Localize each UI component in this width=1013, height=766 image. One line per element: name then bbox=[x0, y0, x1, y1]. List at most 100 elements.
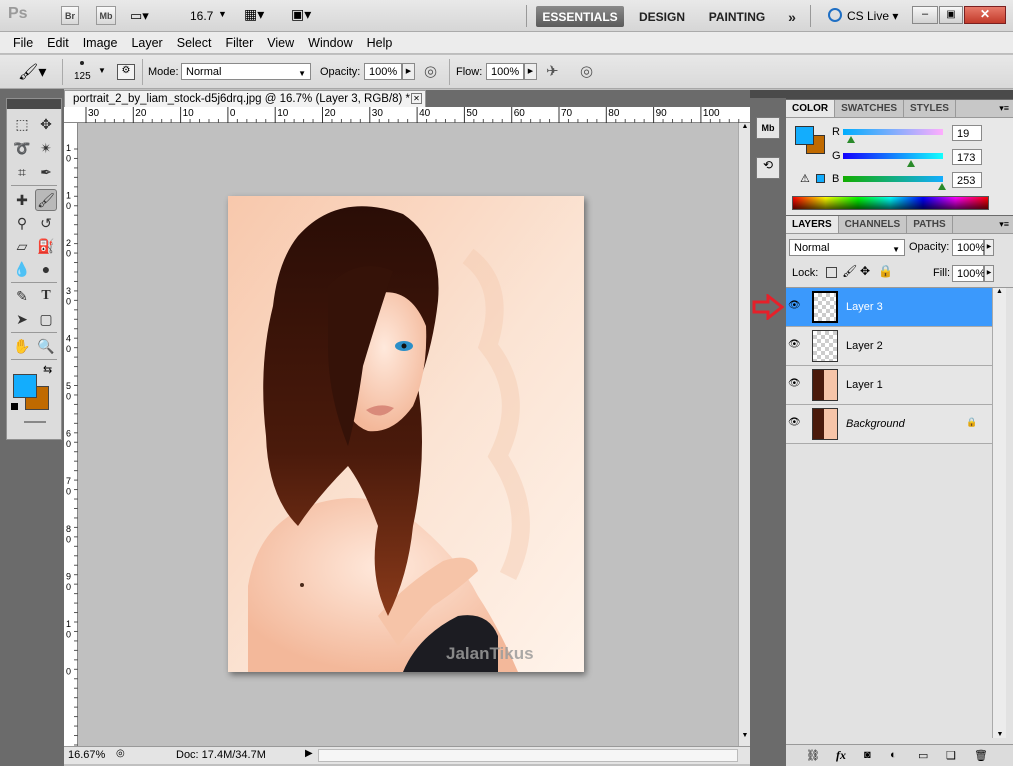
more-workspaces-button[interactable]: » bbox=[782, 6, 802, 27]
tablet-size-icon[interactable]: ◎ bbox=[580, 62, 600, 82]
healing-brush-tool-icon[interactable]: ✚ bbox=[11, 189, 33, 211]
paint-bucket-tool-icon[interactable]: ⛽ bbox=[35, 235, 57, 257]
arrange-documents-button[interactable]: ▦▾ bbox=[244, 6, 274, 26]
minimize-button[interactable]: – bbox=[912, 6, 938, 24]
folder-icon[interactable]: ▭ bbox=[918, 749, 928, 762]
marquee-tool-icon[interactable]: ⬚ bbox=[11, 113, 33, 135]
tab-color[interactable]: COLOR bbox=[786, 100, 836, 117]
move-tool-icon[interactable]: ✥ bbox=[35, 113, 57, 135]
layers-scrollbar[interactable]: ▲ ▼ bbox=[992, 288, 1006, 738]
vertical-scrollbar[interactable]: ▲ ▼ bbox=[738, 123, 750, 746]
path-selection-tool-icon[interactable]: ➤ bbox=[11, 308, 33, 330]
tab-layers[interactable]: LAYERS bbox=[786, 216, 839, 233]
panel-menu-icon[interactable]: ▾≡ bbox=[995, 100, 1013, 117]
tab-paths[interactable]: PATHS bbox=[907, 216, 953, 233]
color-fg-swatch[interactable] bbox=[795, 126, 814, 145]
cslive-button[interactable]: CS Live ▾ bbox=[847, 9, 898, 23]
zoom-dropdown-icon[interactable]: ▼ bbox=[218, 9, 227, 19]
gamut-warning-icon[interactable]: ⚠ bbox=[800, 172, 810, 185]
menu-view[interactable]: View bbox=[260, 36, 301, 50]
r-slider-handle[interactable] bbox=[846, 136, 855, 143]
zoom-level[interactable]: 16.7 bbox=[190, 9, 213, 23]
status-menu-icon[interactable]: ▶ bbox=[305, 748, 313, 759]
lock-transparency-icon[interactable] bbox=[826, 267, 837, 278]
trash-icon[interactable]: 🗑 bbox=[974, 749, 988, 762]
mode-select[interactable]: Normal ▼ bbox=[181, 63, 311, 80]
color-spectrum-bar[interactable] bbox=[792, 196, 989, 210]
dodge-tool-icon[interactable]: ● bbox=[35, 258, 57, 280]
zoom-icon[interactable]: 🔍 bbox=[35, 335, 57, 357]
hand-icon[interactable]: ✋ bbox=[11, 335, 33, 357]
g-input[interactable]: 173 bbox=[952, 149, 982, 165]
g-slider-track[interactable] bbox=[843, 153, 943, 159]
lasso-tool-icon[interactable]: ➰ bbox=[11, 137, 33, 159]
layer-row-layer-2[interactable]: 👁 Layer 2 bbox=[786, 327, 992, 366]
flow-slider-button[interactable]: ▶ bbox=[524, 63, 537, 80]
mini-bridge-panel-icon[interactable]: Mb bbox=[756, 117, 780, 139]
r-input[interactable]: 19 bbox=[952, 125, 982, 141]
menu-file[interactable]: File bbox=[6, 36, 40, 50]
status-info-icon[interactable]: ◎ bbox=[116, 748, 128, 762]
workspace-design[interactable]: DESIGN bbox=[632, 6, 692, 27]
fx-icon[interactable]: fx bbox=[836, 748, 846, 763]
tab-swatches[interactable]: SWATCHES bbox=[835, 100, 905, 117]
lock-icon[interactable]: 🔒 bbox=[878, 264, 893, 278]
adjustment-icon[interactable]: ◐ bbox=[890, 749, 897, 761]
panel-menu-icon[interactable]: ▾≡ bbox=[995, 216, 1013, 233]
r-slider-track[interactable] bbox=[843, 129, 943, 135]
swap-colors-icon[interactable]: ⇆ bbox=[43, 363, 52, 376]
foreground-color-swatch[interactable] bbox=[13, 374, 37, 398]
b-slider-track[interactable] bbox=[843, 176, 943, 182]
scroll-up-icon[interactable]: ▲ bbox=[740, 123, 750, 135]
lock-position-icon[interactable]: ✥ bbox=[860, 264, 870, 278]
menu-image[interactable]: Image bbox=[76, 36, 125, 50]
canvas-area[interactable]: JalanTikus bbox=[78, 123, 738, 746]
layer-name[interactable]: Layer 1 bbox=[846, 379, 883, 391]
type-tool-icon[interactable]: T bbox=[35, 285, 57, 307]
eye-icon[interactable]: 👁 bbox=[788, 339, 804, 353]
menu-layer[interactable]: Layer bbox=[124, 36, 169, 50]
crop-tool-icon[interactable]: ⌗ bbox=[11, 161, 33, 183]
brush-preset-picker[interactable]: 🖌▾ bbox=[18, 62, 50, 82]
ruler-horizontal[interactable]: 30 20 10 0 10 20 30 40 50 60 70 80 90 100 bbox=[64, 107, 750, 123]
layer-row-layer-3[interactable]: 👁 Layer 3 bbox=[786, 288, 992, 327]
eyedropper-tool-icon[interactable]: ✒ bbox=[35, 161, 57, 183]
document-tab[interactable]: portrait_2_by_liam_stock-d5j6drq.jpg @ 1… bbox=[64, 90, 426, 107]
mask-icon[interactable]: ◙ bbox=[864, 749, 871, 761]
airbrush-icon[interactable]: ✈ bbox=[546, 62, 566, 82]
layer-row-layer-1[interactable]: 👁 Layer 1 bbox=[786, 366, 992, 405]
opacity-slider-button[interactable]: ▶ bbox=[402, 63, 415, 80]
g-slider-handle[interactable] bbox=[906, 160, 915, 167]
new-layer-icon[interactable]: ❑ bbox=[946, 749, 956, 762]
brush-size-dropdown-icon[interactable]: ▼ bbox=[98, 66, 106, 75]
eye-icon[interactable]: 👁 bbox=[788, 378, 804, 392]
tab-styles[interactable]: STYLES bbox=[904, 100, 956, 117]
clone-stamp-tool-icon[interactable]: ⚲ bbox=[11, 212, 33, 234]
fill-input[interactable]: 100% bbox=[952, 265, 985, 282]
default-colors-icon[interactable] bbox=[11, 403, 18, 410]
close-document-icon[interactable]: ✕ bbox=[411, 93, 422, 104]
eraser-tool-icon[interactable]: ▱ bbox=[11, 235, 33, 257]
scroll-up-icon[interactable]: ▲ bbox=[993, 288, 1006, 295]
brush-size[interactable]: 125 bbox=[74, 71, 91, 82]
tablet-opacity-icon[interactable]: ◎ bbox=[424, 62, 444, 82]
quick-selection-tool-icon[interactable]: ✴ bbox=[35, 137, 57, 159]
pen-tool-icon[interactable]: ✎ bbox=[11, 285, 33, 307]
workspace-painting[interactable]: PAINTING bbox=[700, 6, 774, 27]
menu-edit[interactable]: Edit bbox=[40, 36, 76, 50]
menu-help[interactable]: Help bbox=[360, 36, 400, 50]
scroll-down-icon[interactable]: ▼ bbox=[740, 732, 750, 744]
b-input[interactable]: 253 bbox=[952, 172, 982, 188]
mini-bridge-button[interactable]: Mb bbox=[96, 6, 116, 25]
b-slider-handle[interactable] bbox=[938, 183, 947, 190]
scroll-down-icon[interactable]: ▼ bbox=[993, 731, 1007, 738]
layer-opacity-input[interactable]: 100% bbox=[952, 239, 985, 256]
layer-opacity-slider-button[interactable]: ▶ bbox=[984, 239, 994, 256]
quick-mask-button[interactable] bbox=[24, 421, 46, 423]
eye-icon[interactable]: 👁 bbox=[788, 300, 804, 314]
menu-filter[interactable]: Filter bbox=[218, 36, 260, 50]
ruler-vertical[interactable]: 10102030405060708090100 bbox=[64, 123, 78, 746]
layer-row-background[interactable]: 👁 Background 🔒 bbox=[786, 405, 992, 444]
tools-header[interactable] bbox=[7, 99, 61, 109]
websafe-swatch[interactable] bbox=[816, 174, 825, 183]
